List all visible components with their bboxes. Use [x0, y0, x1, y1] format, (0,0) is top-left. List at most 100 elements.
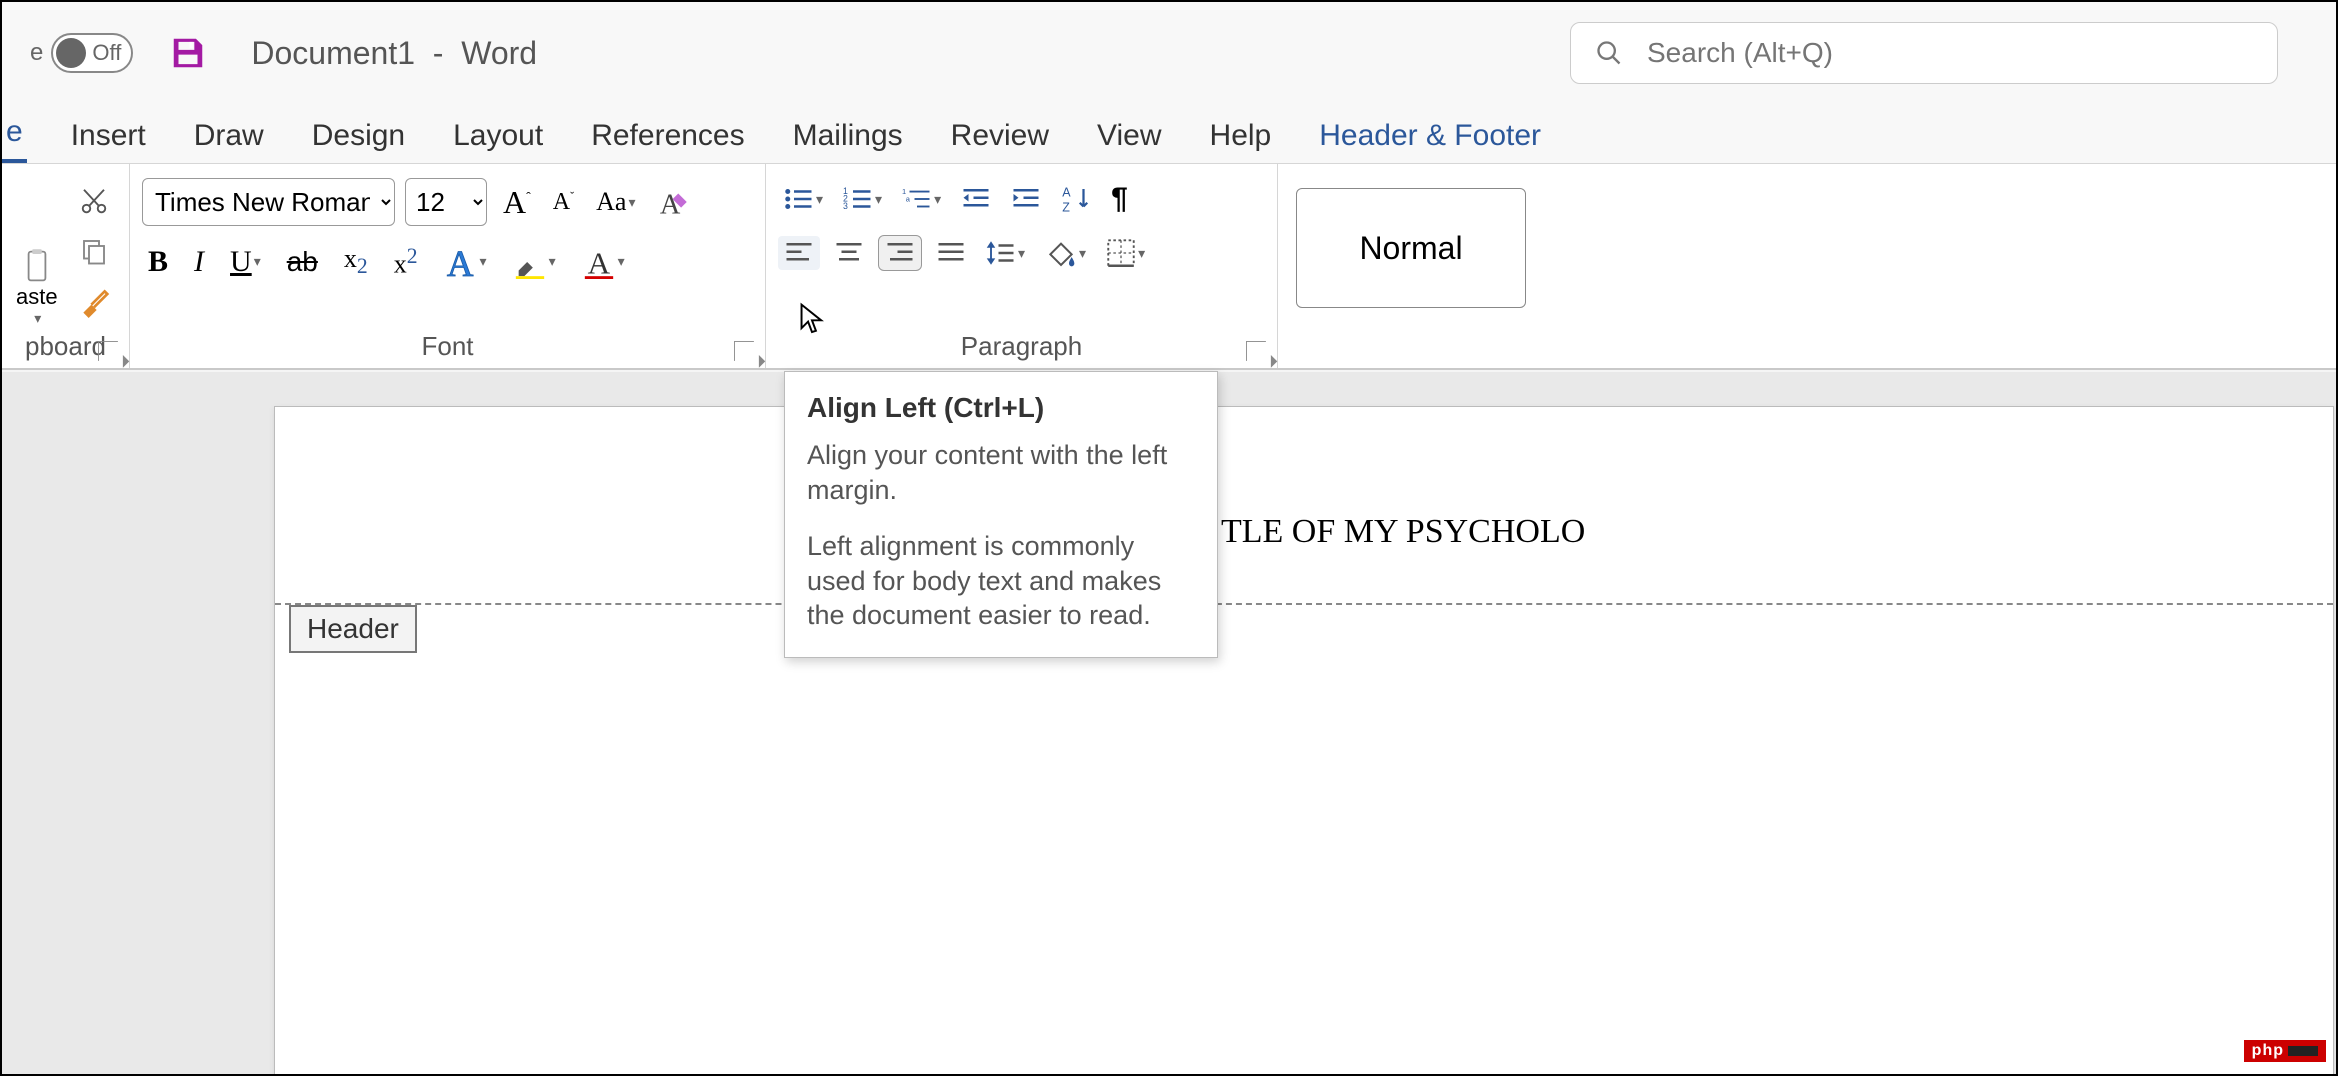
chevron-down-icon: ▾ — [618, 253, 625, 270]
multilevel-list-icon: 1a — [902, 186, 932, 212]
autosave-state: Off — [92, 40, 121, 66]
grow-font-button[interactable]: Aˆ — [497, 180, 537, 225]
scissors-icon — [79, 186, 109, 216]
svg-text:3: 3 — [843, 201, 848, 211]
save-icon — [169, 34, 207, 72]
subscript-icon: x2 — [344, 244, 368, 279]
tab-references[interactable]: References — [587, 113, 748, 163]
tooltip-line1: Align your content with the left margin. — [807, 438, 1195, 507]
justify-button[interactable] — [930, 236, 972, 270]
decrease-indent-button[interactable] — [955, 182, 997, 216]
tab-layout[interactable]: Layout — [449, 113, 547, 163]
style-normal-label: Normal — [1359, 230, 1462, 267]
tab-draw[interactable]: Draw — [190, 113, 268, 163]
change-case-button[interactable]: Aa▾ — [590, 183, 641, 221]
style-normal[interactable]: Normal — [1296, 188, 1526, 308]
tab-mailings[interactable]: Mailings — [789, 113, 907, 163]
paste-label: aste — [16, 284, 58, 310]
underline-button[interactable]: U▾ — [224, 241, 267, 283]
tab-header-footer[interactable]: Header & Footer — [1315, 113, 1545, 163]
sort-button[interactable]: AZ — [1055, 180, 1097, 218]
text-effects-icon: A — [444, 245, 478, 279]
line-spacing-button[interactable]: ▾ — [980, 235, 1031, 271]
tab-insert[interactable]: Insert — [67, 113, 150, 163]
bold-icon: B — [148, 245, 168, 279]
tab-review[interactable]: Review — [947, 113, 1053, 163]
save-button[interactable] — [167, 32, 209, 74]
font-dialog-launcher[interactable] — [734, 341, 754, 361]
search-box[interactable] — [1570, 22, 2278, 84]
document-heading-text[interactable]: TLE OF MY PSYCHOLO — [1221, 513, 1585, 551]
superscript-icon: x2 — [394, 244, 418, 280]
autosave-label-fragment: e — [30, 39, 43, 67]
font-color-button[interactable]: A ▾ — [576, 241, 631, 283]
shrink-font-button[interactable]: Aˇ — [547, 185, 580, 220]
chevron-down-icon: ▾ — [934, 191, 941, 208]
ribbon-tabs: e Insert Draw Design Layout References M… — [2, 104, 2336, 164]
text-effects-button[interactable]: A ▾ — [438, 241, 493, 283]
justify-icon — [936, 240, 966, 266]
chevron-down-icon: ▾ — [1079, 245, 1086, 262]
group-paragraph: ▾ 123 ▾ 1a ▾ AZ — [766, 164, 1278, 368]
page[interactable]: TLE OF MY PSYCHOLO Header — [274, 406, 2334, 1074]
group-styles: Normal — [1278, 164, 2336, 368]
copy-icon — [79, 236, 109, 266]
chevron-down-icon: ▾ — [480, 253, 487, 270]
line-spacing-icon — [986, 239, 1016, 267]
bold-button[interactable]: B — [142, 241, 174, 283]
chevron-down-icon: ▾ — [1018, 245, 1025, 262]
chevron-down-icon: ▾ — [254, 253, 261, 270]
eraser-a-icon: A — [657, 185, 691, 219]
tab-home[interactable]: e — [2, 109, 27, 163]
subscript-button[interactable]: x2 — [338, 240, 374, 283]
bullets-icon — [784, 186, 814, 212]
copy-button[interactable] — [72, 232, 116, 270]
chevron-down-icon: ▾ — [1138, 245, 1145, 262]
strikethrough-icon: ab — [287, 246, 318, 278]
borders-icon — [1106, 239, 1136, 267]
clear-formatting-button[interactable]: A — [651, 181, 697, 223]
font-name-select[interactable]: Times New Roman — [142, 178, 395, 226]
show-formatting-button[interactable]: ¶ — [1105, 178, 1134, 220]
clipboard-icon — [22, 248, 52, 284]
ribbon: aste ▾ pboard — [2, 164, 2336, 370]
highlight-button[interactable]: ▾ — [507, 241, 562, 283]
tooltip-body: Align your content with the left margin.… — [807, 438, 1195, 633]
paragraph-dialog-launcher[interactable] — [1246, 341, 1266, 361]
tab-help[interactable]: Help — [1206, 113, 1276, 163]
search-input[interactable] — [1647, 37, 2253, 69]
svg-text:A: A — [587, 245, 610, 279]
increase-indent-button[interactable] — [1005, 182, 1047, 216]
multilevel-list-button[interactable]: 1a ▾ — [896, 182, 947, 216]
bullets-button[interactable]: ▾ — [778, 182, 829, 216]
align-right-button[interactable] — [878, 235, 922, 271]
highlighter-icon — [513, 245, 547, 279]
shading-button[interactable]: ▾ — [1039, 234, 1092, 272]
chevron-down-icon: ▾ — [875, 191, 882, 208]
chevron-down-icon: ▾ — [34, 310, 41, 327]
font-color-icon: A — [582, 245, 616, 279]
align-left-button[interactable] — [778, 236, 820, 270]
header-boundary-line — [275, 603, 2333, 605]
borders-button[interactable]: ▾ — [1100, 235, 1151, 271]
group-label-clipboard: pboard — [10, 331, 121, 366]
cut-button[interactable] — [72, 182, 116, 220]
pilcrow-icon: ¶ — [1111, 182, 1128, 216]
clipboard-dialog-launcher[interactable] — [98, 341, 118, 361]
tab-design[interactable]: Design — [308, 113, 409, 163]
header-region-tag[interactable]: Header — [289, 605, 417, 653]
align-center-button[interactable] — [828, 236, 870, 270]
italic-button[interactable]: I — [188, 241, 210, 283]
strikethrough-button[interactable]: ab — [281, 242, 324, 282]
tab-view[interactable]: View — [1093, 113, 1165, 163]
document-title[interactable]: Document1 - Word — [251, 35, 537, 72]
numbering-button[interactable]: 123 ▾ — [837, 182, 888, 216]
paste-button[interactable]: aste ▾ — [10, 244, 64, 331]
superscript-button[interactable]: x2 — [388, 240, 424, 284]
autosave-toggle[interactable]: e Off — [30, 33, 133, 73]
decrease-indent-icon — [961, 186, 991, 212]
format-painter-button[interactable] — [72, 282, 116, 322]
font-size-select[interactable]: 12 — [405, 178, 487, 226]
shrink-font-icon: Aˇ — [553, 189, 574, 216]
autosave-pill[interactable]: Off — [51, 33, 133, 73]
